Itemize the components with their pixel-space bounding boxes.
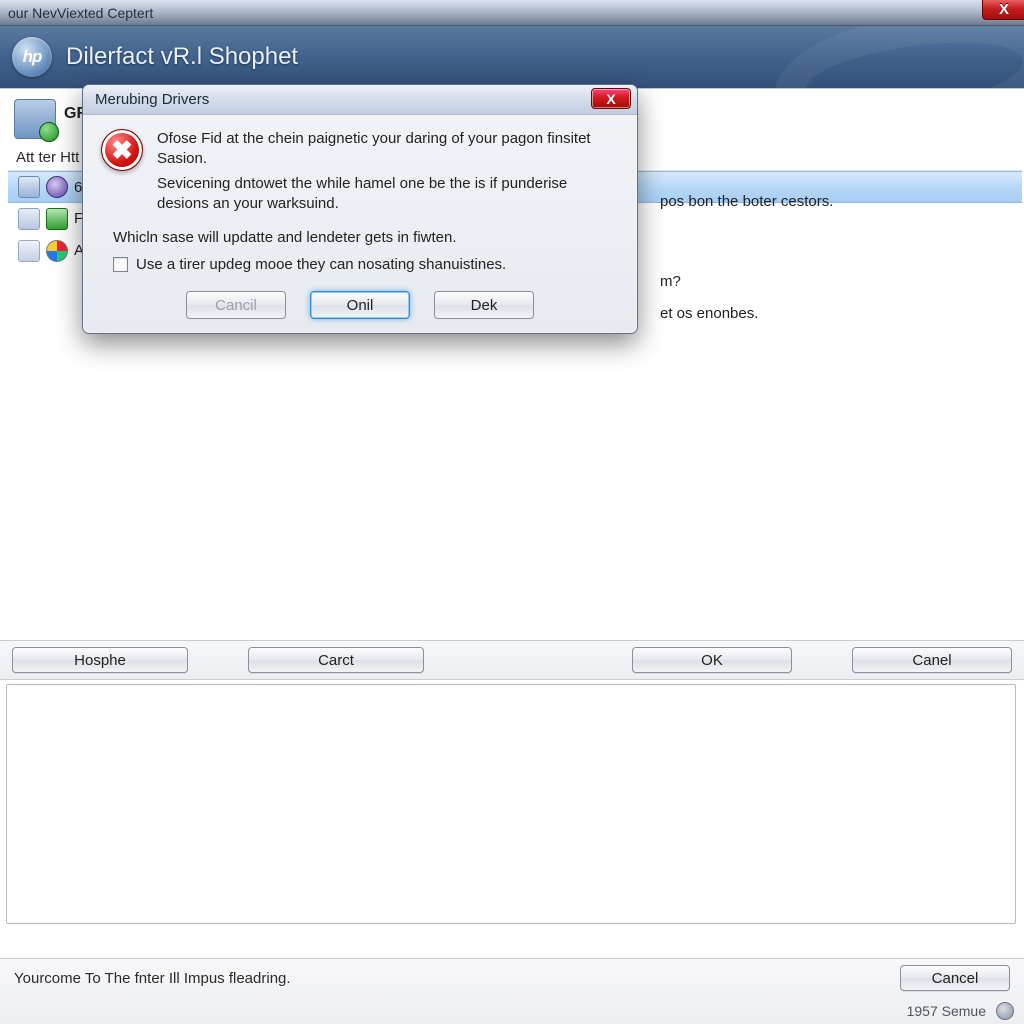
dialog-message-line: Ofose Fid at the chein paignetic your da…	[157, 129, 619, 168]
window-title: our NevViexted Ceptert	[6, 5, 153, 21]
footer-cancel-button[interactable]: Cancel	[900, 965, 1010, 991]
banner-decoration	[767, 26, 1024, 88]
close-icon: X	[606, 91, 615, 107]
close-icon: X	[999, 1, 1009, 18]
window-titlebar: our NevViexted Ceptert X	[0, 0, 1024, 26]
dialog-onil-button[interactable]: Onil	[310, 291, 410, 319]
item-icon	[18, 240, 40, 262]
window-close-button[interactable]: X	[982, 0, 1024, 20]
footer: Yourcome To The fnter Ill Impus fleadrin…	[0, 958, 1024, 1024]
app-banner: hp Dilerfact vR.l Shophet	[0, 26, 1024, 88]
item-icon	[46, 208, 68, 230]
canel-button[interactable]: Canel	[852, 647, 1012, 673]
dialog-checkbox-row[interactable]: Use a tirer updeg mooe they can nosating…	[83, 246, 637, 273]
dialog-cancil-button: Cancil	[186, 291, 286, 319]
item-icon	[46, 240, 68, 262]
error-icon: ✖	[101, 129, 143, 171]
lower-panel	[6, 684, 1016, 924]
item-tail: m?	[660, 273, 681, 290]
status-text: Yourcome To The fnter Ill Impus fleadrin…	[14, 970, 291, 987]
globe-icon	[996, 1002, 1014, 1020]
hosphe-button[interactable]: Hosphe	[12, 647, 188, 673]
ok-button[interactable]: OK	[632, 647, 792, 673]
item-icon	[18, 176, 40, 198]
dialog-title: Merubing Drivers	[95, 91, 209, 108]
heading-device-icon	[14, 99, 56, 139]
dialog-message: Ofose Fid at the chein paignetic your da…	[157, 129, 619, 219]
system-tray: 1957 Semue	[907, 1002, 1014, 1020]
item-icon	[46, 176, 68, 198]
merubing-drivers-dialog: Merubing Drivers X ✖ Ofose Fid at the ch…	[82, 84, 638, 334]
dialog-button-row: Cancil Onil Dek	[83, 273, 637, 319]
hp-logo-text: hp	[23, 47, 42, 67]
carct-button[interactable]: Carct	[248, 647, 424, 673]
dialog-secondary-text: Whicln sase will updatte and lendeter ge…	[83, 223, 637, 246]
item-icon	[18, 208, 40, 230]
clock-text: 1957 Semue	[907, 1003, 986, 1019]
dialog-close-button[interactable]: X	[591, 88, 631, 109]
dialog-dek-button[interactable]: Dek	[434, 291, 534, 319]
dialog-message-line: Sevicening dntowet the while hamel one b…	[157, 174, 619, 213]
main-button-bar: Hosphe Carct OK Canel	[0, 640, 1024, 680]
banner-title: Dilerfact vR.l Shophet	[66, 43, 298, 71]
hp-logo-icon: hp	[12, 37, 52, 77]
item-tail: et os enonbes.	[660, 305, 758, 322]
heading-tail: pos bon the boter cestors.	[660, 193, 833, 210]
dialog-titlebar: Merubing Drivers X	[83, 85, 637, 115]
checkbox-label: Use a tirer updeg mooe they can nosating…	[136, 256, 506, 273]
checkbox-icon[interactable]	[113, 257, 128, 272]
